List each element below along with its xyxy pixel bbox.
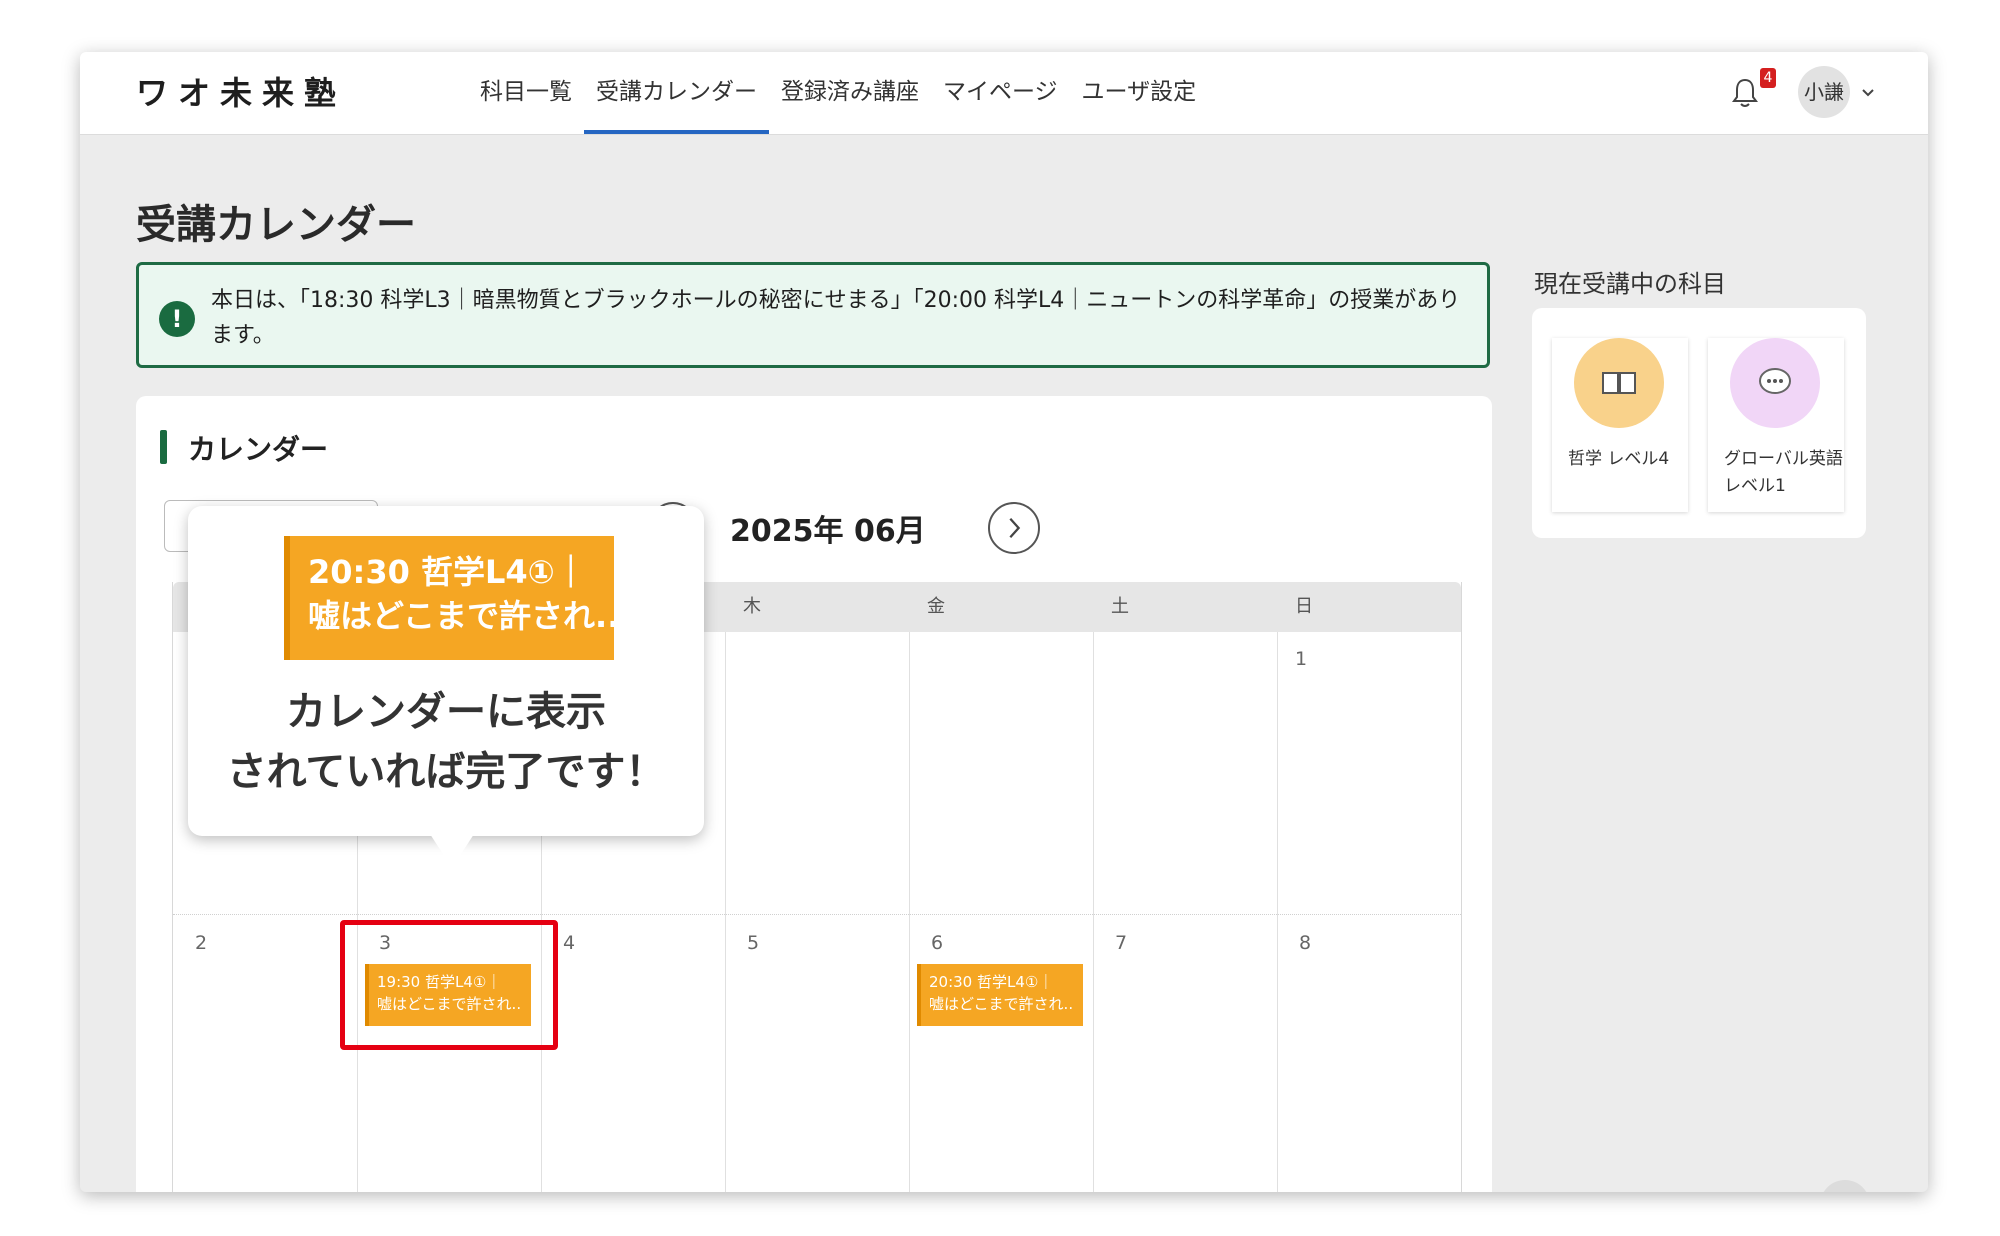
page-title: 受講カレンダー: [136, 202, 416, 248]
speech-bubble-icon: [1730, 338, 1820, 428]
weekday-sun: 日: [1295, 596, 1313, 617]
row-divider: [173, 914, 1461, 915]
day-number: 5: [747, 932, 760, 954]
nav-subject-list[interactable]: 科目一覧: [468, 52, 584, 134]
tooltip-message-line: されていれば完了です！: [226, 749, 666, 795]
scroll-top-button[interactable]: [1820, 1180, 1870, 1192]
top-navigation-bar: ワオ未来塾 科目一覧 受講カレンダー 登録済み講座 マイページ ユーザ設定 4 …: [80, 52, 1928, 135]
column-divider: [1093, 632, 1094, 1192]
user-avatar[interactable]: 小謙: [1798, 66, 1850, 118]
weekday-sat: 土: [1111, 596, 1129, 617]
tooltip-message: カレンダーに表示 されていれば完了です！: [188, 682, 704, 802]
tooltip-event-title: 20:30 哲学L4①｜: [308, 553, 587, 591]
nav-my-page[interactable]: マイページ: [931, 52, 1070, 134]
next-month-button[interactable]: [988, 502, 1040, 554]
today-alert: ! 本日は、「18:30 科学L3｜暗黒物質とブラックホールの秘密にせまる」「2…: [136, 262, 1490, 368]
column-divider: [1277, 632, 1278, 1192]
bell-icon[interactable]: [1730, 76, 1760, 110]
current-courses-panel: 哲学 レベル4 グローバル英語レベル1: [1532, 308, 1866, 538]
course-card[interactable]: 哲学 レベル4: [1552, 338, 1688, 512]
tooltip-arrow: [430, 834, 474, 868]
course-card[interactable]: グローバル英語レベル1: [1708, 338, 1844, 512]
calendar-section-title: カレンダー: [188, 433, 329, 466]
exclamation-icon: !: [159, 301, 195, 337]
weekday-fri: 金: [927, 596, 945, 617]
month-label: 2025年 06月: [730, 514, 926, 549]
nav-course-calendar[interactable]: 受講カレンダー: [584, 52, 769, 134]
nav-registered-courses[interactable]: 登録済み講座: [769, 52, 931, 134]
day-number: 4: [563, 932, 576, 954]
day-number: 7: [1115, 932, 1128, 954]
column-divider: [725, 632, 726, 1192]
tooltip-message-line: カレンダーに表示: [286, 689, 606, 735]
chevron-down-icon[interactable]: [1858, 82, 1878, 102]
logo[interactable]: ワオ未来塾: [136, 68, 346, 112]
guide-tooltip: 20:30 哲学L4①｜ 嘘はどこまで許され.. カレンダーに表示 されていれば…: [188, 506, 704, 836]
current-courses-title: 現在受講中の科目: [1534, 270, 1726, 298]
event-title: 20:30 哲学L4①｜: [929, 973, 1054, 991]
course-label: グローバル英語レベル1: [1724, 449, 1843, 496]
section-accent-bar: [160, 430, 167, 464]
nav-user-settings[interactable]: ユーザ設定: [1070, 52, 1209, 134]
day-number: 2: [195, 932, 208, 954]
highlight-box: [340, 920, 558, 1050]
day-number: 6: [931, 932, 944, 954]
notification-badge: 4: [1760, 68, 1776, 88]
alert-text: 本日は、「18:30 科学L3｜暗黒物質とブラックホールの秘密にせまる」「20:…: [211, 288, 1461, 348]
book-icon: [1574, 338, 1664, 428]
weekday-thu: 木: [743, 596, 761, 617]
calendar-event[interactable]: 20:30 哲学L4①｜ 嘘はどこまで許され..: [917, 964, 1083, 1026]
tooltip-event-sample: 20:30 哲学L4①｜ 嘘はどこまで許され..: [284, 536, 620, 660]
day-number: 1: [1295, 648, 1308, 670]
event-subtitle: 嘘はどこまで許され..: [929, 995, 1074, 1013]
day-number: 8: [1299, 932, 1312, 954]
course-label: 哲学 レベル4: [1568, 449, 1670, 469]
tooltip-event-subtitle: 嘘はどこまで許され..: [308, 597, 620, 635]
main-nav: 科目一覧 受講カレンダー 登録済み講座 マイページ ユーザ設定: [468, 52, 1208, 134]
column-divider: [909, 632, 910, 1192]
app-window: ワオ未来塾 科目一覧 受講カレンダー 登録済み講座 マイページ ユーザ設定 4 …: [80, 52, 1928, 1192]
